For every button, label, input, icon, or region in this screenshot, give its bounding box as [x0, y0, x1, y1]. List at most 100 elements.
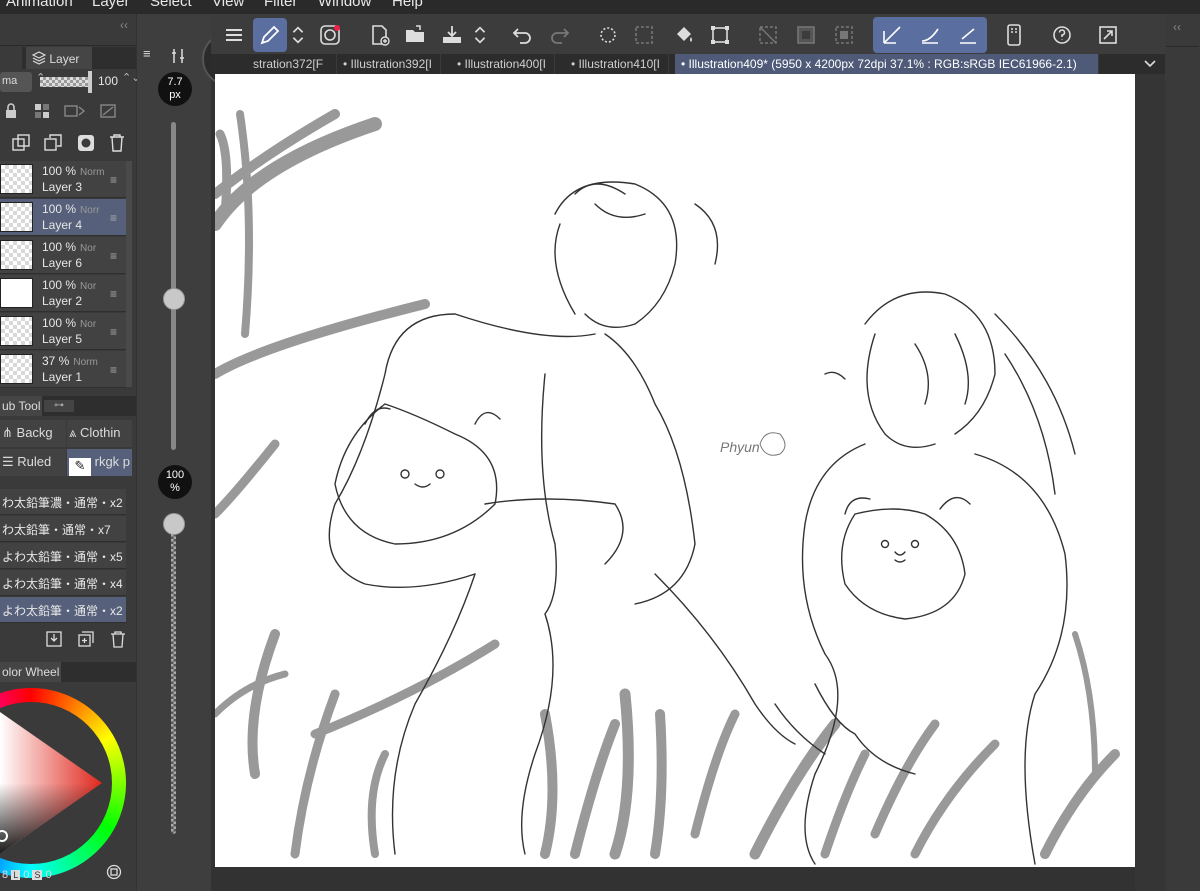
subtool-group-rkgk[interactable]: ✎ rkgk p: [67, 449, 132, 476]
transform-icon: [711, 26, 729, 44]
pen-icon: ✎: [69, 458, 91, 476]
layer-opacity: 100 %: [42, 316, 77, 330]
download-icon[interactable]: [46, 631, 62, 647]
hamburger-icon[interactable]: ≡: [110, 363, 117, 377]
opacity-slider-handle[interactable]: [88, 71, 92, 93]
tab-layer[interactable]: Layer: [26, 47, 92, 69]
tool-switch-button[interactable]: [287, 18, 309, 52]
tab-illustration409[interactable]: • Illustration409* (5950 x 4200px 72dpi …: [675, 54, 1099, 74]
opacity-slider[interactable]: [163, 513, 185, 535]
trash-icon[interactable]: [110, 630, 126, 648]
layer-row[interactable]: 37 % Norm Layer 1 ≡: [0, 351, 126, 388]
list-item[interactable]: わ太鉛筆・通常・x7: [0, 516, 126, 542]
lock-transparent-icon[interactable]: [34, 103, 50, 119]
tab-subtool[interactable]: ub Tool: [0, 396, 43, 416]
drawing-canvas[interactable]: Phyun: [215, 74, 1135, 867]
chevron-down-icon[interactable]: [1143, 58, 1157, 70]
brush-size-track[interactable]: [171, 122, 176, 450]
menu-window[interactable]: Window: [318, 0, 371, 10]
marquee-icon: [635, 26, 653, 44]
collapse-left-icon[interactable]: ‹‹: [120, 18, 132, 32]
snap-grid-button[interactable]: [951, 18, 985, 52]
hamburger-icon[interactable]: ≡: [110, 173, 117, 187]
subtool-group-ruled[interactable]: ☰ Ruled: [0, 449, 66, 476]
invert-selection-button[interactable]: [789, 18, 823, 52]
expand-right-icon[interactable]: ‹‹: [1173, 20, 1181, 34]
tab-illustration372[interactable]: stration372[F: [247, 54, 337, 74]
select-area-button[interactable]: [591, 18, 625, 52]
fullscreen-button[interactable]: [1091, 18, 1125, 52]
color-wheel-panel: 8 L 0 S 0: [0, 682, 136, 891]
layer-row[interactable]: 100 % Norm Layer 3 ≡: [0, 161, 126, 198]
color-mode-icon[interactable]: [106, 864, 122, 880]
select-all-button[interactable]: [827, 18, 861, 52]
snap-ruler-button[interactable]: [875, 18, 909, 52]
menu-filter[interactable]: Filter: [264, 0, 297, 10]
layer-row-selected[interactable]: 100 % Norr Layer 4 ≡: [0, 199, 126, 236]
menu-animation[interactable]: Animation: [6, 0, 73, 10]
menu-bar: Animation Layer Select View Filter Windo…: [0, 0, 1200, 14]
snap-special-ruler-button[interactable]: [913, 18, 947, 52]
hamburger-icon[interactable]: ≡: [110, 325, 117, 339]
pen-tool-button[interactable]: [253, 18, 287, 52]
transform-button[interactable]: [703, 18, 737, 52]
selection-button[interactable]: [627, 18, 661, 52]
menu-help[interactable]: Help: [392, 0, 423, 10]
new-raster-layer-icon[interactable]: [12, 134, 30, 152]
menu-layer[interactable]: Layer: [92, 0, 130, 10]
hamburger-icon[interactable]: ≡: [110, 249, 117, 263]
reference-layer-icon[interactable]: [64, 103, 88, 119]
layer-row[interactable]: 100 % Nor Layer 5 ≡: [0, 313, 126, 350]
list-item[interactable]: よわ太鉛筆・通常・x5: [0, 543, 126, 569]
chevron-updown-icon: [292, 26, 304, 44]
opacity-track[interactable]: [171, 514, 176, 834]
tool-property-icon[interactable]: [171, 48, 185, 64]
menu-view[interactable]: View: [212, 0, 244, 10]
subtool-group-backg[interactable]: ⋔ Backg: [0, 420, 66, 447]
opacity-bubble: 100%: [158, 465, 192, 499]
layer-mask-icon[interactable]: [77, 134, 95, 152]
opacity-value[interactable]: 100: [98, 74, 118, 88]
open-file-button[interactable]: [399, 18, 433, 52]
layer-list-scrollbar[interactable]: [126, 161, 132, 387]
slider-settings-icon[interactable]: ⊶: [44, 400, 74, 412]
undo-button[interactable]: [505, 18, 539, 52]
brush-size-slider[interactable]: [163, 288, 185, 310]
list-item[interactable]: わ太鉛筆濃・通常・x2: [0, 489, 126, 515]
layer-name: Layer 5: [42, 332, 83, 346]
layer-row[interactable]: 100 % Nor Layer 2 ≡: [0, 275, 126, 312]
save-button[interactable]: [435, 18, 469, 52]
device-button[interactable]: [997, 18, 1031, 52]
smart-smoothing-button[interactable]: [313, 18, 347, 52]
lock-icon[interactable]: [4, 103, 18, 119]
list-item-selected[interactable]: よわ太鉛筆・通常・x2: [0, 597, 126, 623]
new-canvas-button[interactable]: [363, 18, 397, 52]
folder-icon: [406, 25, 424, 42]
draft-layer-icon[interactable]: [100, 103, 128, 119]
hamburger-icon[interactable]: ≡: [110, 287, 117, 301]
tab-illustration400[interactable]: • Illustration400[I: [451, 54, 555, 74]
subtool-group-clothin[interactable]: ⩓ Clothin: [67, 420, 132, 447]
opacity-slider[interactable]: [40, 77, 88, 87]
layer-row[interactable]: 100 % Nor Layer 6 ≡: [0, 237, 126, 274]
tab-illustration392[interactable]: • Illustration392[I: [337, 54, 441, 74]
hamburger-icon[interactable]: ≡: [110, 211, 117, 225]
tab-other[interactable]: [0, 47, 22, 69]
duplicate-icon[interactable]: [78, 631, 94, 647]
menu-button[interactable]: [217, 18, 251, 52]
blend-mode-select[interactable]: ma: [0, 72, 32, 92]
tab-illustration410[interactable]: • Illustration410[I: [565, 54, 669, 74]
trash-icon[interactable]: [109, 133, 125, 153]
help-button[interactable]: [1045, 18, 1079, 52]
tab-layer-label: Layer: [49, 52, 80, 66]
hamburger-icon[interactable]: ≡: [143, 46, 151, 61]
tab-color-wheel[interactable]: olor Wheel: [0, 662, 62, 682]
save-options-button[interactable]: [469, 18, 491, 52]
fill-button[interactable]: [667, 18, 701, 52]
redo-button[interactable]: [543, 18, 577, 52]
copy-layer-icon[interactable]: [44, 134, 62, 152]
list-item[interactable]: よわ太鉛筆・通常・x4: [0, 570, 126, 596]
menu-select[interactable]: Select: [150, 0, 192, 10]
clear-selection-button[interactable]: [751, 18, 785, 52]
color-triangle[interactable]: [0, 702, 110, 864]
